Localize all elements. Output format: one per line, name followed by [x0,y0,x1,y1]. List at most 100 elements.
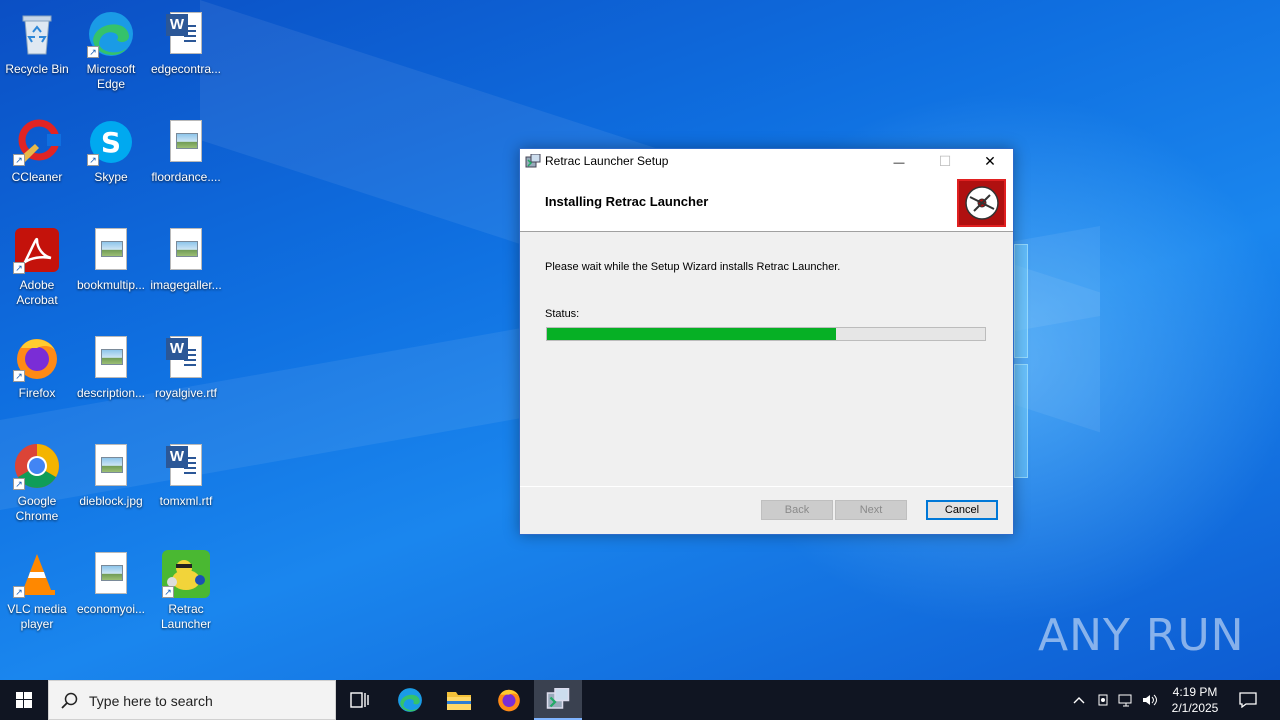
show-hidden-icons-button[interactable] [1068,680,1090,720]
taskbar-firefox[interactable] [485,680,533,720]
wallpaper-logo-pane [1014,364,1028,478]
shortcut-arrow-icon: ↗ [162,586,174,598]
dialog-titlebar[interactable]: Retrac Launcher Setup — ☐ ✕ [520,149,1013,173]
network-icon [1118,694,1132,707]
setup-dialog: Retrac Launcher Setup — ☐ ✕ Installing R… [519,148,1014,535]
taskbar-task-view[interactable] [336,680,384,720]
desktop-icon-label: Recycle Bin [5,62,69,76]
progress-fill [547,328,837,340]
desktop-icon-firefox[interactable]: ↗ Firefox [0,328,74,432]
desktop-icon-label: Adobe Acrobat [16,278,58,307]
taskbar-search-box[interactable]: Type here to search [48,680,336,720]
taskbar-file-explorer[interactable] [435,680,483,720]
status-label: Status: [545,308,580,320]
task-view-icon [350,692,369,708]
ccleaner-icon: ↗ [13,118,61,166]
installer-disc-icon [957,179,1006,227]
image-file-icon [162,118,210,166]
chrome-icon: ↗ [13,442,61,490]
desktop-icon-recycle-bin[interactable]: Recycle Bin [0,4,74,108]
desktop-icon-skype[interactable]: S ↗ Skype [74,112,148,216]
word-document-icon: W [162,442,210,490]
desktop-icon-edgecontra[interactable]: W edgecontra... [149,4,223,108]
cancel-button[interactable]: Cancel [926,500,998,520]
desktop-icon-microsoft-edge[interactable]: ↗ Microsoft Edge [74,4,148,108]
desktop-icon-label: imagegaller... [150,278,222,292]
network-button[interactable] [1115,680,1137,720]
desktop-icon-tomxml[interactable]: W tomxml.rtf [149,436,223,540]
dialog-heading: Installing Retrac Launcher [545,194,709,209]
image-file-icon [87,226,135,274]
device-icon [1098,694,1108,706]
retrac-launcher-icon: ↗ [162,550,210,598]
file-explorer-icon [447,692,471,710]
install-progress-bar [546,327,986,341]
desktop-icon-label: VLC media player [7,602,67,631]
volume-icon [1143,694,1157,706]
desktop-icon-label: floordance.... [151,170,221,184]
desktop-icon-vlc[interactable]: ↗ VLC media player [0,544,74,648]
taskbar: Type here to search 4:19 PM 2/1/2025 [0,680,1280,720]
shortcut-arrow-icon: ↗ [13,154,25,166]
shortcut-arrow-icon: ↗ [13,478,25,490]
desktop-icon-label: tomxml.rtf [159,494,213,508]
next-button[interactable]: Next [835,500,907,520]
clock-time: 4:19 PM [1172,685,1218,699]
desktop-icon-label: Google Chrome [15,494,59,523]
desktop-icon-economyoi[interactable]: economyoi... [74,544,148,648]
desktop-icon-retrac-launcher[interactable]: ↗ Retrac Launcher [149,544,223,648]
start-button[interactable] [0,680,48,720]
desktop-icon-label: Microsoft Edge [86,62,136,91]
desktop-icon-dieblock[interactable]: dieblock.jpg [74,436,148,540]
taskbar-installer[interactable] [534,680,582,720]
chevron-up-icon [1073,697,1085,704]
close-button[interactable]: ✕ [967,149,1013,173]
minimize-button[interactable]: — [876,149,922,173]
back-button[interactable]: Back [761,500,833,520]
windows-logo-icon [16,692,32,708]
image-file-icon [87,442,135,490]
desktop-icon-label: economyoi... [76,602,146,616]
action-center-button[interactable] [1234,680,1262,720]
word-document-icon: W [162,334,210,382]
desktop-icon-label: Retrac Launcher [160,602,212,631]
taskbar-edge[interactable] [386,680,434,720]
desktop-icon-label: edgecontra... [150,62,222,76]
vlc-icon: ↗ [13,550,61,598]
anyrun-watermark: ANY RUN [1038,610,1245,661]
tray-device-icon-button[interactable] [1092,680,1114,720]
image-file-icon [87,334,135,382]
desktop-icon-ccleaner[interactable]: ↗ CCleaner [0,112,74,216]
desktop-icon-label: Firefox [18,386,56,400]
edge-icon: ↗ [87,10,135,58]
maximize-button: ☐ [922,149,968,173]
dialog-banner: Installing Retrac Launcher [520,173,1013,232]
close-icon: ✕ [984,153,996,169]
desktop-icon-google-chrome[interactable]: ↗ Google Chrome [0,436,74,540]
desktop-icon-imagegaller[interactable]: imagegaller... [149,220,223,324]
image-file-icon [87,550,135,598]
taskbar-clock[interactable]: 4:19 PM 2/1/2025 [1160,684,1230,716]
installer-icon [546,688,570,709]
desktop-icon-description[interactable]: description... [74,328,148,432]
installer-icon [525,153,541,168]
skype-icon: S ↗ [87,118,135,166]
desktop-icon-floordance[interactable]: floordance.... [149,112,223,216]
search-placeholder: Type here to search [89,693,213,709]
shortcut-arrow-icon: ↗ [13,262,25,274]
recycle-bin-icon [13,10,61,58]
desktop-icon-adobe-acrobat[interactable]: ↗ Adobe Acrobat [0,220,74,324]
dialog-message: Please wait while the Setup Wizard insta… [545,261,841,273]
desktop-icon-royalgive[interactable]: W royalgive.rtf [149,328,223,432]
firefox-icon: ↗ [13,334,61,382]
desktop-icon-bookmultip[interactable]: bookmultip... [74,220,148,324]
footer-divider [520,486,1013,487]
edge-icon [398,688,422,712]
desktop-icon-label: Skype [94,170,128,184]
desktop-icon-label: dieblock.jpg [79,494,143,508]
volume-button[interactable] [1139,680,1161,720]
desktop-icon-label: CCleaner [11,170,63,184]
shortcut-arrow-icon: ↗ [13,586,25,598]
minimize-icon: — [893,157,905,169]
wallpaper-logo-pane [1014,244,1028,358]
